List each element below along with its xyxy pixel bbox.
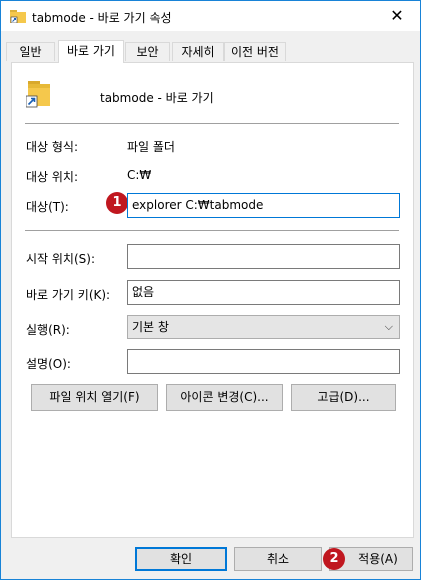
tab-general[interactable]: 일반 <box>6 42 55 61</box>
properties-window: tabmode - 바로 가기 속성 ✕ 일반 바로 가기 보안 자세히 이전 … <box>0 0 421 580</box>
target-label: 대상(T): <box>26 200 69 214</box>
window-title: tabmode - 바로 가기 속성 <box>32 11 172 25</box>
divider <box>25 123 399 124</box>
change-icon-button[interactable]: 아이콘 변경(C)... <box>166 384 283 411</box>
shortcut-folder-icon <box>26 81 50 108</box>
tab-shortcut[interactable]: 바로 가기 <box>58 40 124 63</box>
start-in-label: 시작 위치(S): <box>26 252 95 266</box>
comment-label: 설명(O): <box>26 357 71 371</box>
target-location-value: C:₩ <box>127 168 152 182</box>
comment-input[interactable] <box>127 349 400 374</box>
folder-icon <box>10 10 26 23</box>
close-icon: ✕ <box>390 6 404 25</box>
shortcut-key-label: 바로 가기 키(K): <box>26 288 111 302</box>
target-input[interactable]: explorer C:₩tabmode <box>127 193 400 218</box>
cancel-button[interactable]: 취소 <box>234 547 322 571</box>
chevron-down-icon: ⌵ <box>384 320 393 333</box>
run-select-value: 기본 창 <box>132 320 169 334</box>
step-badge-2: 2 <box>323 548 345 570</box>
run-select[interactable]: 기본 창 ⌵ <box>127 315 400 339</box>
shortcut-name: tabmode - 바로 가기 <box>100 91 214 105</box>
tab-security[interactable]: 보안 <box>125 42 170 61</box>
divider <box>25 230 399 231</box>
target-type-value: 파일 폴더 <box>127 140 175 154</box>
target-location-label: 대상 위치: <box>26 170 79 184</box>
run-label: 실행(R): <box>26 323 70 337</box>
step-badge-1: 1 <box>106 192 128 214</box>
tab-previous-versions[interactable]: 이전 버전 <box>224 42 286 61</box>
shortcut-key-input[interactable]: 없음 <box>127 280 400 305</box>
target-type-label: 대상 형식: <box>26 140 79 154</box>
advanced-button[interactable]: 고급(D)... <box>291 384 396 411</box>
close-button[interactable]: ✕ <box>374 1 420 31</box>
open-file-location-button[interactable]: 파일 위치 열기(F) <box>31 384 158 411</box>
title-bar: tabmode - 바로 가기 속성 ✕ <box>1 1 420 31</box>
tab-details[interactable]: 자세히 <box>172 42 224 61</box>
start-in-input[interactable] <box>127 244 400 269</box>
ok-button[interactable]: 확인 <box>135 547 227 571</box>
